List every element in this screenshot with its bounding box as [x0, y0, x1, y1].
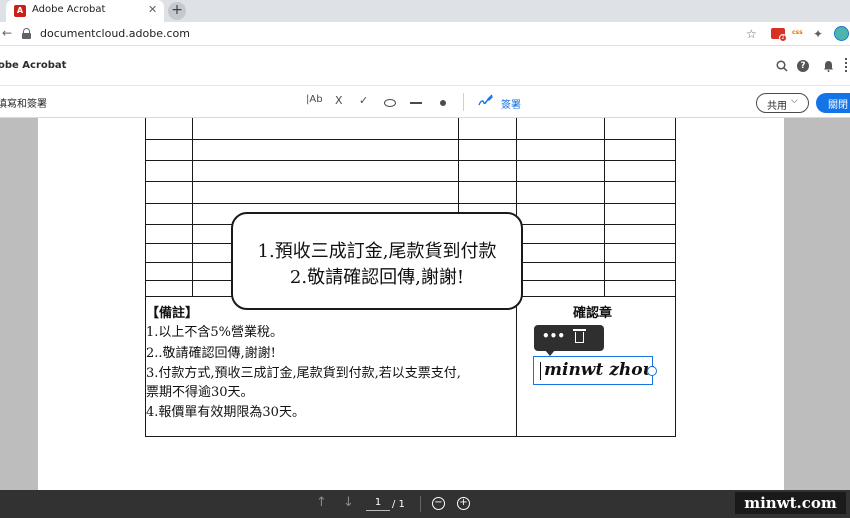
more-options-icon[interactable]: •••: [542, 329, 565, 343]
bookmark-star-icon[interactable]: ☆: [746, 27, 757, 41]
app-menu-icon[interactable]: [845, 58, 848, 72]
signature-context-toolbar: •••: [534, 325, 604, 351]
fill-sign-toolbar: 填寫和簽署 |Ab X ✓ 簽署 共用 ⌵ 關閉: [0, 86, 850, 118]
notification-bell-icon[interactable]: [823, 60, 834, 72]
page-number-input[interactable]: 1: [366, 497, 390, 511]
signature-field[interactable]: minwt zhou: [533, 356, 655, 385]
dot-tool-icon[interactable]: [440, 100, 446, 106]
close-button[interactable]: 關閉: [816, 93, 850, 113]
browser-tab-adobe-acrobat[interactable]: A Adobe Acrobat ✕: [6, 0, 164, 22]
next-page-icon[interactable]: ↓: [343, 495, 354, 510]
fill-sign-title: 填寫和簽署: [0, 99, 47, 110]
checkmark-tool-icon[interactable]: ✓: [359, 94, 368, 107]
oval-tool-icon[interactable]: [384, 99, 396, 107]
acrobat-app-bar: obe Acrobat ?: [0, 46, 850, 86]
tab-close-icon[interactable]: ✕: [148, 3, 157, 16]
zoom-in-icon[interactable]: +: [457, 497, 470, 510]
search-icon[interactable]: [776, 60, 788, 72]
url-input[interactable]: documentcloud.adobe.com: [40, 27, 190, 40]
chevron-down-icon: ⌵: [791, 96, 798, 106]
screen: A Adobe Acrobat ✕ + ← documentcloud.adob…: [0, 0, 850, 518]
zoom-out-icon[interactable]: −: [432, 497, 445, 510]
profile-avatar[interactable]: [834, 26, 849, 41]
lock-icon[interactable]: [22, 28, 31, 39]
note-line: 4.報價單有效期限為30天。: [146, 405, 305, 420]
extensions-puzzle-icon[interactable]: ✦: [813, 27, 823, 41]
mail-extension-badge: 2: [779, 34, 787, 42]
toolbar-divider: [463, 93, 464, 111]
add-text-tool-icon[interactable]: |Ab: [306, 94, 323, 105]
browser-tab-strip: A Adobe Acrobat ✕ +: [0, 0, 850, 22]
previous-page-icon[interactable]: ↑: [316, 495, 327, 510]
page-navigation-bar: ↑ ↓ 1 / 1 − +: [0, 490, 850, 518]
address-bar: ← documentcloud.adobe.com ☆ 2 css ✦: [0, 22, 850, 46]
confirm-stamp-label: 確認章: [573, 306, 613, 321]
trash-icon[interactable]: [573, 329, 586, 343]
sign-label[interactable]: 簽署: [501, 96, 521, 111]
sign-pen-icon[interactable]: [478, 94, 494, 106]
resize-handle[interactable]: [647, 366, 657, 376]
note-line: 1.以上不含5%營業稅。: [146, 325, 284, 340]
callout-line: 1.預收三成訂金,尾款貨到付款: [257, 241, 497, 262]
note-line: 票期不得逾30天。: [146, 385, 254, 400]
watermark-logo: minwt.com: [735, 492, 846, 514]
callout-line: 2.敬請確認回傳,謝謝!: [289, 267, 465, 288]
notes-title: 【備註】: [146, 306, 199, 321]
app-title: obe Acrobat: [0, 60, 67, 71]
signature-text: minwt zhou: [544, 360, 655, 380]
new-tab-button[interactable]: +: [168, 2, 186, 20]
tab-title: Adobe Acrobat: [32, 4, 106, 15]
text-cursor: [540, 362, 541, 380]
bottombar-divider: [420, 496, 421, 512]
note-line: 2..敬請確認回傳,謝謝!: [146, 346, 276, 361]
page-total: / 1: [392, 499, 405, 510]
acrobat-favicon-icon: A: [14, 5, 26, 17]
line-tool-icon[interactable]: [410, 102, 422, 104]
css-extension-icon[interactable]: css: [792, 29, 803, 36]
share-button[interactable]: 共用 ⌵: [756, 93, 809, 113]
note-line: 3.付款方式,預收三成訂金,尾款貨到付款,若以支票支付,: [146, 366, 461, 381]
share-button-label: 共用: [767, 101, 787, 112]
cross-mark-tool-icon[interactable]: X: [335, 94, 343, 107]
callout-bubble: 1.預收三成訂金,尾款貨到付款 2.敬請確認回傳,謝謝!: [231, 212, 523, 310]
help-icon[interactable]: ?: [797, 60, 809, 72]
back-arrow-icon[interactable]: ←: [2, 26, 12, 40]
